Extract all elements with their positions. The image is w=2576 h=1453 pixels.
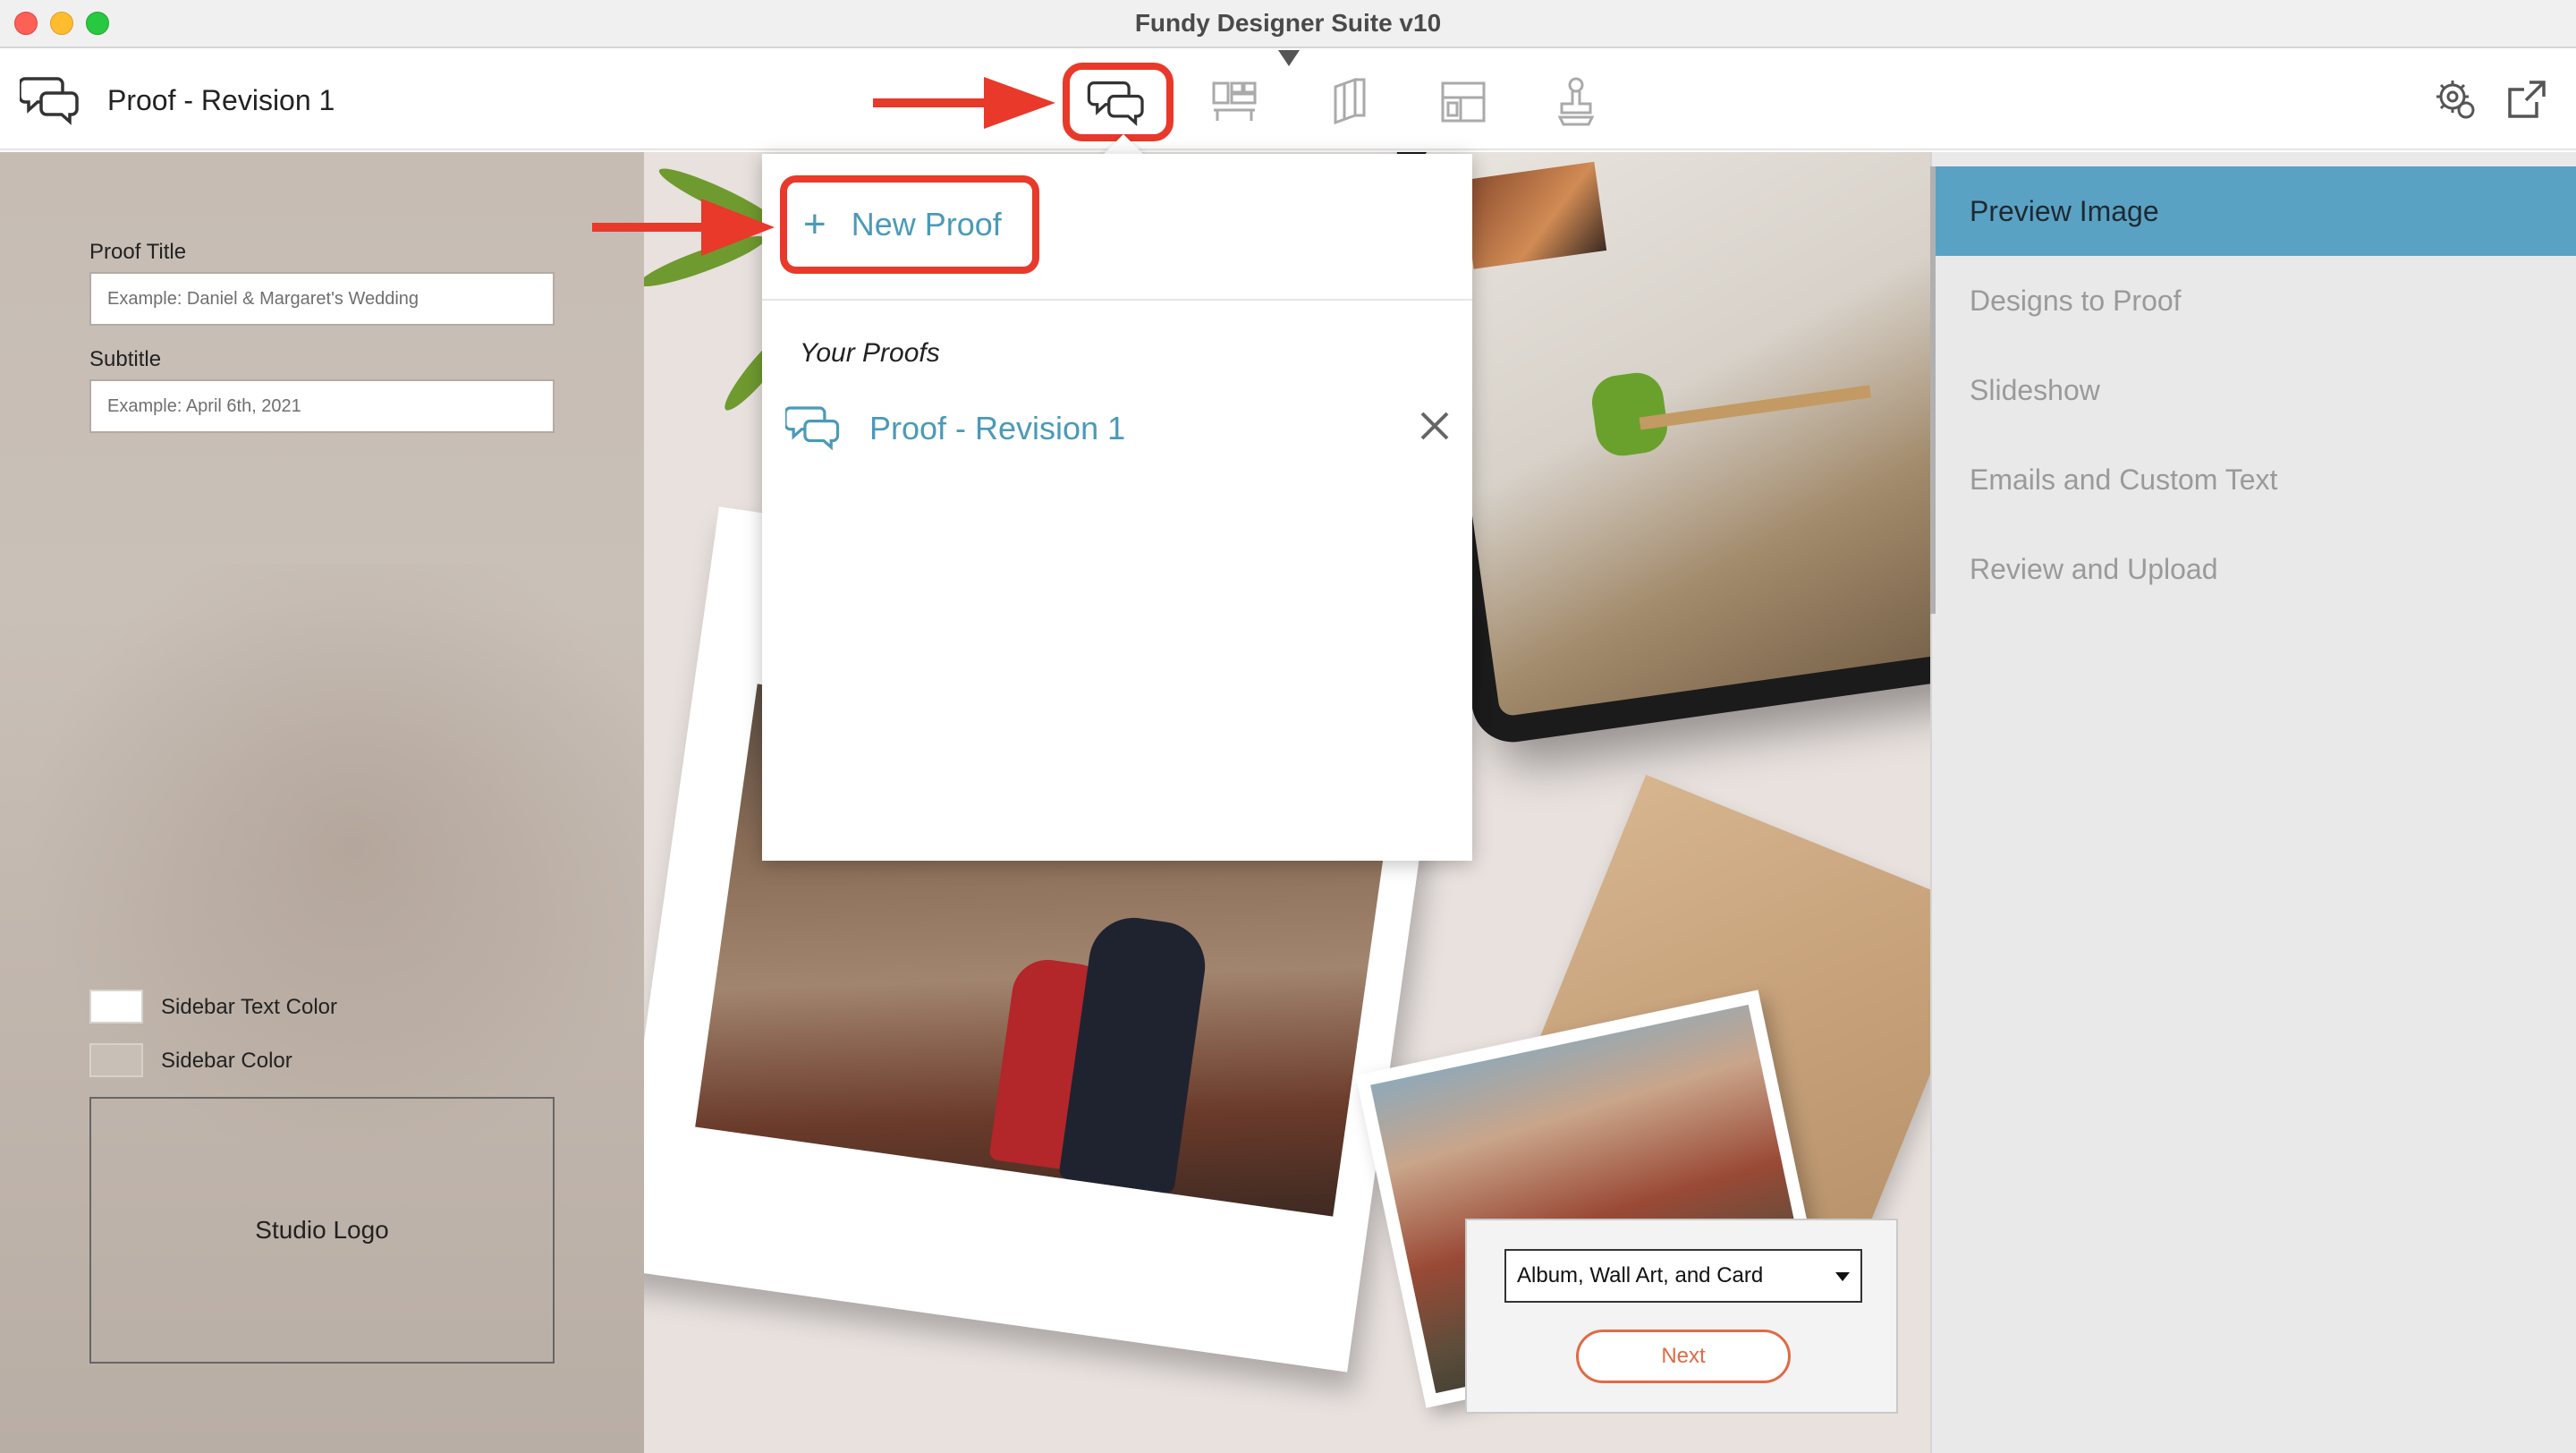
chevron-down-icon	[1835, 1272, 1850, 1281]
open-external-icon[interactable]	[2504, 77, 2549, 126]
nav-item-designs-to-proof[interactable]: Designs to Proof	[1936, 256, 2576, 345]
sidebar-text-color-swatch[interactable]	[89, 990, 143, 1024]
proof-chat-icon	[784, 403, 843, 455]
subtitle-input[interactable]	[89, 379, 555, 433]
nav-item-review-and-upload[interactable]: Review and Upload	[1936, 524, 2576, 614]
proof-chat-icon	[1087, 81, 1144, 126]
annotation-arrow-icon	[873, 77, 1055, 129]
proof-title-label: Proof Title	[89, 240, 187, 264]
proof-tool-button[interactable]	[1063, 63, 1174, 141]
product-type-select[interactable]: Album, Wall Art, and Card	[1504, 1249, 1862, 1303]
document-title: Proof - Revision 1	[107, 84, 335, 116]
proof-title-input[interactable]	[89, 272, 555, 326]
proofs-popover: + New Proof Your Proofs Proof - Revision…	[762, 154, 1472, 861]
proof-list-item[interactable]: Proof - Revision 1	[780, 395, 1460, 460]
next-button[interactable]: Next	[1576, 1330, 1791, 1383]
stamp-tool-button[interactable]	[1521, 63, 1631, 141]
plus-icon: +	[803, 202, 826, 246]
nav-item-slideshow[interactable]: Slideshow	[1936, 345, 2576, 435]
product-type-value: Album, Wall Art, and Card	[1517, 1263, 1764, 1287]
product-select-panel: Album, Wall Art, and Card Next	[1465, 1219, 1898, 1414]
nav-item-preview-image[interactable]: Preview Image	[1936, 166, 2576, 256]
annotation-arrow-icon	[592, 199, 775, 256]
sidebar-color-swatch[interactable]	[89, 1043, 143, 1077]
proof-settings-panel: Proof Title Subtitle Sidebar Text Color …	[0, 152, 644, 1453]
settings-gear-icon[interactable]	[2433, 77, 2478, 126]
sidebar-color-label: Sidebar Color	[161, 1049, 292, 1073]
tablet-wall-art	[1461, 161, 1607, 269]
subtitle-label: Subtitle	[89, 347, 162, 371]
card-tool-button[interactable]	[1292, 63, 1402, 141]
studio-logo-label: Studio Logo	[255, 1216, 389, 1244]
tablet-screen-photo	[1420, 152, 1930, 718]
proof-chat-icon	[18, 73, 82, 130]
new-proof-button[interactable]: + New Proof	[780, 175, 1039, 274]
album-tool-button[interactable]	[1179, 63, 1290, 141]
wall-art-icon	[1441, 81, 1486, 123]
photo-groom	[1058, 912, 1211, 1194]
close-icon[interactable]	[1417, 408, 1453, 444]
album-layout-icon	[1212, 81, 1257, 121]
sidebar-text-color-label: Sidebar Text Color	[161, 995, 337, 1019]
toolbar-menu-caret-icon[interactable]	[1278, 50, 1300, 66]
stamp-icon	[1557, 77, 1595, 126]
proof-item-label: Proof - Revision 1	[869, 410, 1126, 446]
wall-art-tool-button[interactable]	[1408, 63, 1519, 141]
new-proof-label: New Proof	[851, 206, 1002, 242]
nav-item-emails-and-custom-text[interactable]: Emails and Custom Text	[1936, 435, 2576, 524]
card-pages-icon	[1334, 77, 1366, 125]
studio-logo-dropzone[interactable]: Studio Logo	[89, 1097, 555, 1364]
title-bar: Fundy Designer Suite v10	[0, 0, 2576, 48]
divider	[762, 299, 1472, 301]
tablet-desk	[1639, 385, 1871, 430]
background-photo	[0, 564, 644, 1190]
window-title: Fundy Designer Suite v10	[1134, 9, 1442, 37]
your-proofs-heading: Your Proofs	[800, 338, 940, 368]
